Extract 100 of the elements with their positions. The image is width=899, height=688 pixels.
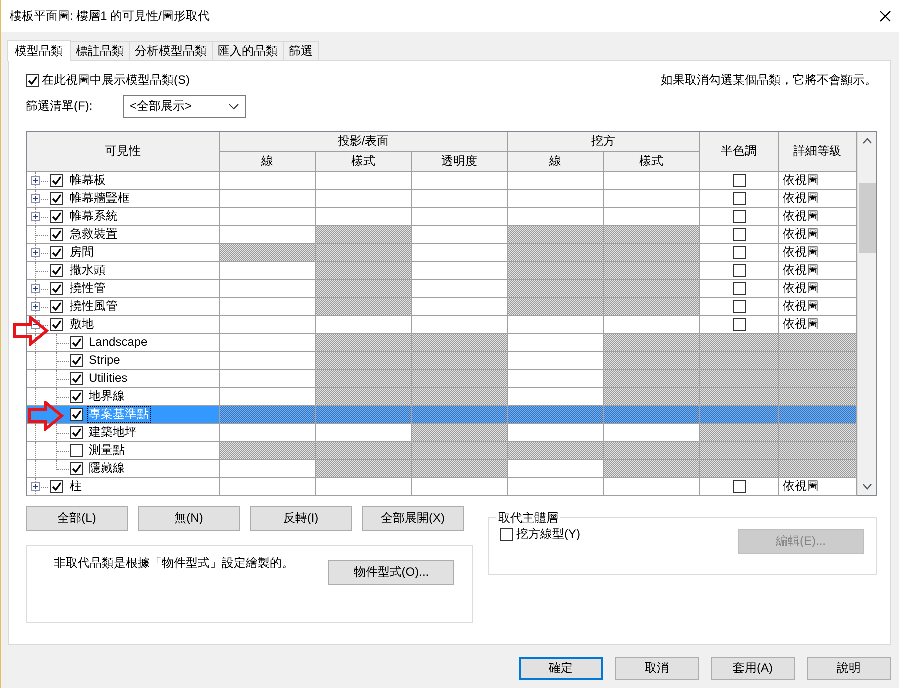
category-name[interactable]: 敷地: [69, 317, 95, 332]
table-cell[interactable]: [412, 244, 508, 262]
table-cell[interactable]: [220, 226, 316, 244]
checkbox[interactable]: [732, 282, 746, 295]
table-cell[interactable]: [604, 424, 700, 442]
category-name[interactable]: 建築地坪: [88, 425, 138, 440]
table-cell[interactable]: [220, 478, 316, 496]
table-cell[interactable]: [220, 208, 316, 226]
category-name[interactable]: 柱: [69, 479, 83, 494]
checkbox[interactable]: [732, 318, 746, 331]
table-cell[interactable]: [220, 262, 316, 280]
checkbox[interactable]: [732, 210, 746, 223]
expand-icon[interactable]: [31, 212, 40, 221]
category-name[interactable]: 測量點: [88, 443, 126, 458]
dialog-button[interactable]: 說明: [807, 657, 891, 680]
checkbox-label[interactable]: 在此視圖中展示模型品類(S): [42, 72, 190, 88]
scroll-up-icon[interactable]: [862, 138, 872, 144]
checkbox[interactable]: [732, 480, 746, 493]
action-button[interactable]: 全部展開(X): [362, 506, 464, 531]
checkbox[interactable]: [70, 462, 83, 475]
table-cell[interactable]: [220, 334, 316, 352]
checkbox[interactable]: [70, 354, 83, 367]
table-cell[interactable]: [508, 190, 604, 208]
category-name[interactable]: 帷幕牆豎框: [69, 191, 131, 206]
expand-icon[interactable]: [31, 194, 40, 203]
scrollbar-thumb[interactable]: [858, 183, 876, 253]
expand-icon[interactable]: [31, 302, 40, 311]
table-cell[interactable]: [604, 316, 700, 334]
checkbox[interactable]: [50, 264, 63, 277]
expand-icon[interactable]: [31, 248, 40, 257]
table-cell[interactable]: [604, 172, 700, 190]
checkbox[interactable]: [50, 192, 63, 205]
table-cell[interactable]: [316, 478, 412, 496]
category-name[interactable]: 隱藏線: [88, 461, 126, 476]
table-cell[interactable]: [508, 208, 604, 226]
tab[interactable]: 匯入的品類: [212, 41, 284, 60]
table-cell[interactable]: [412, 280, 508, 298]
checkbox[interactable]: [732, 174, 746, 187]
table-cell[interactable]: [220, 370, 316, 388]
checkbox[interactable]: [50, 246, 63, 259]
category-name[interactable]: Utilities: [88, 371, 129, 386]
table-cell[interactable]: [508, 424, 604, 442]
table-cell[interactable]: 依視圖: [779, 262, 857, 280]
category-name[interactable]: 撓性風管: [69, 299, 119, 314]
table-cell[interactable]: [412, 478, 508, 496]
table-cell[interactable]: [412, 208, 508, 226]
checkbox[interactable]: [70, 408, 83, 421]
tab[interactable]: 篩選: [283, 41, 319, 60]
category-name[interactable]: 帷幕系統: [69, 209, 119, 224]
checkbox[interactable]: [50, 480, 63, 493]
table-cell[interactable]: [508, 388, 604, 406]
table-cell[interactable]: 依視圖: [779, 244, 857, 262]
filter-dropdown[interactable]: <全部展示>: [123, 95, 246, 118]
checkbox[interactable]: [50, 282, 63, 295]
table-cell[interactable]: 依視圖: [779, 478, 857, 496]
table-cell[interactable]: 依視圖: [779, 226, 857, 244]
category-name[interactable]: 帷幕板: [69, 173, 107, 188]
scroll-down-icon[interactable]: [862, 484, 872, 490]
checkbox[interactable]: [732, 192, 746, 205]
table-cell[interactable]: 依視圖: [779, 280, 857, 298]
table-cell[interactable]: 依視圖: [779, 298, 857, 316]
tab[interactable]: 標註品類: [70, 41, 130, 60]
checkbox-label[interactable]: 挖方線型(Y): [516, 526, 580, 543]
expand-icon[interactable]: [31, 482, 40, 491]
checkbox[interactable]: [732, 228, 746, 241]
table-cell[interactable]: [220, 424, 316, 442]
action-button[interactable]: 全部(L): [26, 506, 128, 531]
checkbox[interactable]: [70, 372, 83, 385]
category-name[interactable]: Landscape: [88, 335, 149, 350]
checkbox[interactable]: [50, 318, 63, 331]
table-cell[interactable]: [604, 208, 700, 226]
table-cell[interactable]: 依視圖: [779, 316, 857, 334]
expand-icon[interactable]: [31, 284, 40, 293]
category-name[interactable]: 房間: [69, 245, 95, 260]
table-cell[interactable]: [508, 316, 604, 334]
table-cell[interactable]: [508, 460, 604, 478]
checkbox[interactable]: [50, 300, 63, 313]
checkbox[interactable]: [50, 228, 63, 241]
table-cell[interactable]: [604, 190, 700, 208]
checkbox[interactable]: [70, 336, 83, 349]
tab[interactable]: 分析模型品類: [129, 41, 213, 60]
table-cell[interactable]: [220, 190, 316, 208]
table-cell[interactable]: [316, 316, 412, 334]
table-cell[interactable]: [412, 172, 508, 190]
tab[interactable]: 模型品類: [7, 40, 71, 61]
table-cell[interactable]: 依視圖: [779, 190, 857, 208]
table-cell[interactable]: [412, 190, 508, 208]
table-cell[interactable]: [412, 262, 508, 280]
table-cell[interactable]: [412, 298, 508, 316]
table-cell[interactable]: [220, 280, 316, 298]
checkbox[interactable]: [70, 426, 83, 439]
checkbox[interactable]: [50, 210, 63, 223]
dialog-button[interactable]: 套用(A): [711, 657, 795, 680]
table-cell[interactable]: 依視圖: [779, 172, 857, 190]
expand-icon[interactable]: [31, 176, 40, 185]
close-icon[interactable]: [880, 10, 891, 22]
table-cell[interactable]: [412, 316, 508, 334]
category-name[interactable]: Stripe: [88, 353, 122, 368]
category-name[interactable]: 地界線: [88, 389, 126, 404]
table-cell[interactable]: [316, 172, 412, 190]
